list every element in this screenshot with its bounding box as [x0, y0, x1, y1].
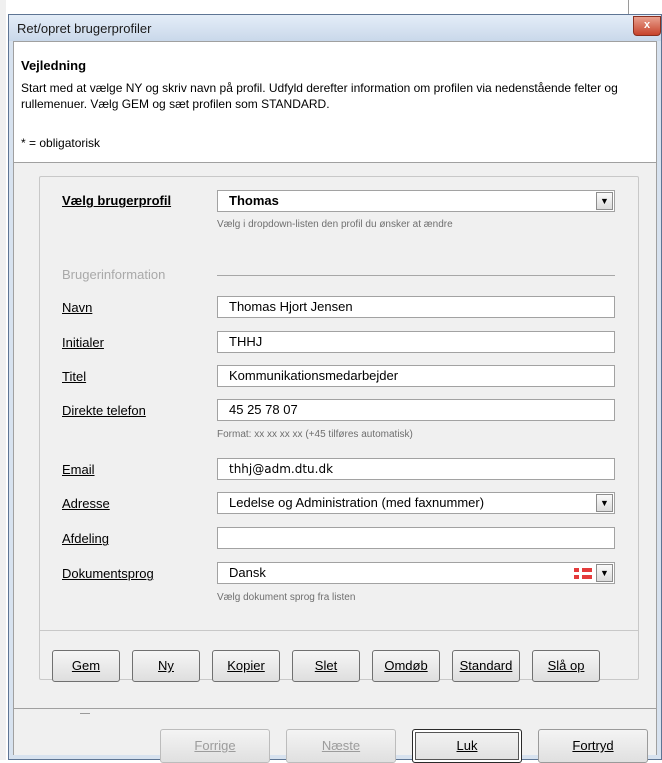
save-button-label: Gem — [71, 658, 101, 673]
standard-button-label: Standard — [459, 658, 513, 673]
title-label: Titel — [62, 369, 87, 384]
email-label: Email — [62, 462, 95, 477]
title-field[interactable]: Kommunikationsmedarbejder — [217, 365, 615, 387]
copy-button-label: Kopier — [227, 658, 265, 673]
phone-label: Direkte telefon — [62, 403, 146, 418]
guidance-panel: Vejledning Start med at vælge NY og skri… — [14, 42, 656, 163]
title-bar: Ret/opret brugerprofiler x — [9, 15, 661, 41]
section-divider — [217, 275, 615, 276]
window-title: Ret/opret brugerprofiler — [17, 21, 152, 36]
next-button-label: Næste — [321, 738, 361, 753]
address-select[interactable]: Ledelse og Administration (med faxnummer… — [217, 492, 615, 514]
department-label: Afdeling — [62, 531, 109, 546]
new-button-label: Ny — [158, 658, 174, 673]
dialog-client-area: Vejledning Start med at vælge NY og skri… — [13, 41, 657, 763]
required-note: * = obligatorisk — [21, 136, 101, 150]
cancel-button[interactable]: Fortryd — [538, 729, 648, 763]
button-row-divider — [40, 630, 638, 631]
email-field-value: thhj@adm.dtu.dk — [229, 462, 334, 476]
lookup-button-label: Slå op — [547, 658, 585, 673]
previous-button[interactable]: Forrige — [160, 729, 270, 763]
language-label: Dokumentsprog — [62, 566, 154, 581]
lookup-button[interactable]: Slå op — [532, 650, 600, 682]
guidance-title: Vejledning — [21, 58, 87, 73]
previous-button-label: Forrige — [194, 738, 236, 753]
profile-select[interactable]: Thomas ▼ — [217, 190, 615, 212]
title-field-value: Kommunikationsmedarbejder — [229, 368, 399, 383]
dialog-footer: Forrige Næste Luk Fortryd — [14, 708, 656, 763]
language-select-value: Dansk — [229, 565, 266, 580]
phone-field-value: 45 25 78 07 — [229, 402, 298, 417]
phone-hint: Format: xx xx xx xx (+45 tilføres automa… — [217, 429, 413, 440]
next-button[interactable]: Næste — [286, 729, 396, 763]
department-field[interactable] — [217, 527, 615, 549]
phone-field[interactable]: 45 25 78 07 — [217, 399, 615, 421]
close-window-button[interactable]: x — [633, 16, 661, 36]
language-select[interactable]: Dansk ▼ — [217, 562, 615, 584]
chevron-down-icon[interactable]: ▼ — [596, 192, 613, 210]
chevron-down-icon[interactable]: ▼ — [596, 564, 613, 582]
name-field[interactable]: Thomas Hjort Jensen — [217, 296, 615, 318]
rename-button[interactable]: Omdøb — [372, 650, 440, 682]
delete-button-label: Slet — [314, 658, 338, 673]
dialog-window: Ret/opret brugerprofiler x Vejledning St… — [8, 14, 662, 763]
name-label: Navn — [62, 300, 93, 315]
name-field-value: Thomas Hjort Jensen — [229, 299, 353, 314]
background-left-edge — [0, 0, 6, 760]
profile-select-value: Thomas — [229, 193, 279, 208]
cancel-button-label: Fortryd — [572, 738, 614, 753]
close-button[interactable]: Luk — [412, 729, 522, 763]
save-button[interactable]: Gem — [52, 650, 120, 682]
profile-form-panel — [39, 176, 639, 680]
address-label: Adresse — [62, 496, 110, 511]
chevron-down-icon[interactable]: ▼ — [596, 494, 613, 512]
close-button-label: Luk — [456, 738, 478, 753]
initials-field[interactable]: THHJ — [217, 331, 615, 353]
close-icon: x — [643, 19, 651, 31]
section-label-user-info: Brugerinformation — [62, 267, 166, 282]
initials-field-value: THHJ — [229, 334, 263, 349]
email-field[interactable]: thhj@adm.dtu.dk — [217, 458, 615, 480]
address-select-value: Ledelse og Administration (med faxnummer… — [229, 495, 485, 510]
language-hint: Vælg dokument sprog fra listen — [217, 592, 356, 603]
delete-button[interactable]: Slet — [292, 650, 360, 682]
guidance-text: Start med at vælge NY og skriv navn på p… — [21, 81, 618, 111]
danish-flag-icon — [574, 568, 592, 579]
background-line — [628, 0, 629, 14]
new-button[interactable]: Ny — [132, 650, 200, 682]
profile-hint: Vælg i dropdown-listen den profil du øns… — [217, 219, 453, 230]
standard-button[interactable]: Standard — [452, 650, 520, 682]
background-line — [80, 713, 90, 714]
copy-button[interactable]: Kopier — [212, 650, 280, 682]
rename-button-label: Omdøb — [384, 658, 428, 673]
profile-label: Vælg brugerprofil — [62, 193, 172, 208]
initials-label: Initialer — [62, 335, 104, 350]
